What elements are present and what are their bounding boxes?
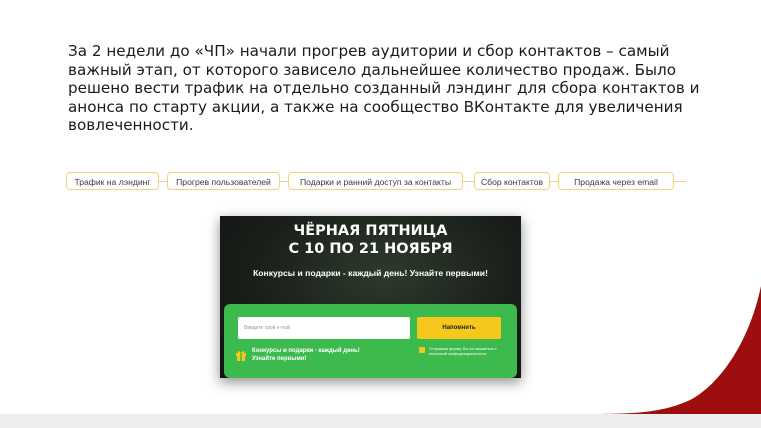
presentation-slide: За 2 недели до «ЧП» начали прогрев аудит… <box>0 0 761 428</box>
consent-text: Отправляя форму, Вы соглашаетесь с полит… <box>429 347 497 356</box>
promo-title: ЧЁРНАЯ ПЯТНИЦА С 10 ПО 21 НОЯБРЯ <box>220 222 521 258</box>
flow-step-gifts: Подарки и ранний доступ за контакты <box>288 172 463 190</box>
gift-icon <box>236 351 246 361</box>
flow-step-contacts: Сбор контактов <box>474 172 550 190</box>
email-input[interactable] <box>238 317 410 339</box>
flow-step-warmup: Прогрев пользователей <box>167 172 280 190</box>
consent-checkbox[interactable] <box>419 347 425 353</box>
gift-note: Конкурсы и подарки - каждый день! Узнайт… <box>252 348 360 362</box>
landing-page-preview: ЧЁРНАЯ ПЯТНИЦА С 10 ПО 21 НОЯБРЯ Конкурс… <box>220 216 521 378</box>
promo-title-line2: С 10 ПО 21 НОЯБРЯ <box>288 241 453 257</box>
remind-button[interactable]: Напомнить <box>417 317 501 339</box>
promo-title-line1: ЧЁРНАЯ ПЯТНИЦА <box>293 223 448 239</box>
promo-subtitle: Конкурсы и подарки - каждый день! Узнайт… <box>253 268 488 278</box>
subscribe-form: Напомнить Конкурсы и подарки - каждый де… <box>224 304 517 378</box>
flow-step-traffic: Трафик на лэндинг <box>66 172 159 190</box>
process-flow: Трафик на лэндинг Прогрев пользователей … <box>66 172 686 192</box>
bottom-strip <box>0 414 761 428</box>
intro-paragraph: За 2 недели до «ЧП» начали прогрев аудит… <box>68 42 700 134</box>
flow-step-email-sales: Продажа через email <box>558 172 674 190</box>
